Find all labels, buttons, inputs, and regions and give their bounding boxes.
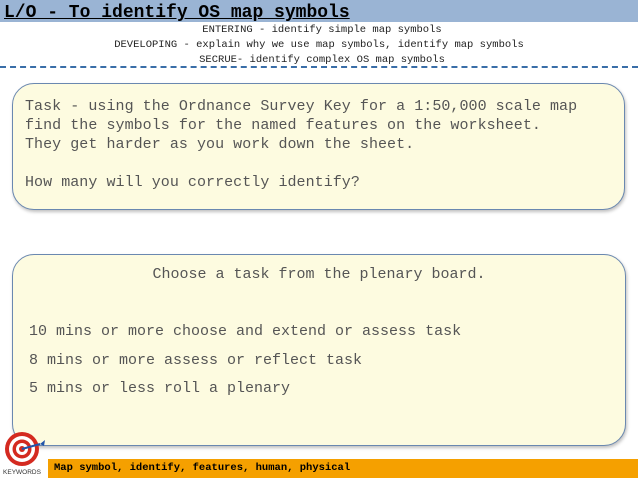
- keywords-target-logo: KEYWORDS: [2, 430, 46, 476]
- keyword-bar: Map symbol, identify, features, human, p…: [48, 459, 638, 478]
- target-icon: KEYWORDS: [3, 432, 45, 476]
- objective-entering: ENTERING - identify simple map symbols: [202, 24, 442, 36]
- task-question: How many will you correctly identify?: [25, 174, 360, 191]
- task-line: Task - using the Ordnance Survey Key for…: [25, 98, 578, 115]
- dashed-divider: [0, 66, 638, 68]
- keywords-text: Map symbol, identify, features, human, p…: [54, 462, 351, 474]
- page-title: L/O - To identify OS map symbols: [4, 3, 350, 23]
- task-line: They get harder as you work down the she…: [25, 136, 415, 153]
- objective-developing: DEVELOPING - explain why we use map symb…: [114, 39, 524, 51]
- learning-objectives: ENTERING - identify simple map symbols D…: [0, 23, 638, 68]
- plenary-box: Choose a task from the plenary board. 10…: [12, 254, 626, 446]
- logo-label: KEYWORDS: [3, 469, 42, 476]
- plenary-option: 5 mins or less roll a plenary: [29, 380, 291, 397]
- plenary-option: 8 mins or more assess or reflect task: [29, 352, 363, 369]
- plenary-option: 10 mins or more choose and extend or ass…: [29, 323, 462, 340]
- task-box: Task - using the Ordnance Survey Key for…: [12, 83, 625, 210]
- title-bar: L/O - To identify OS map symbols: [0, 0, 638, 23]
- plenary-heading: Choose a task from the plenary board.: [152, 266, 486, 283]
- task-line: find the symbols for the named features …: [25, 117, 541, 134]
